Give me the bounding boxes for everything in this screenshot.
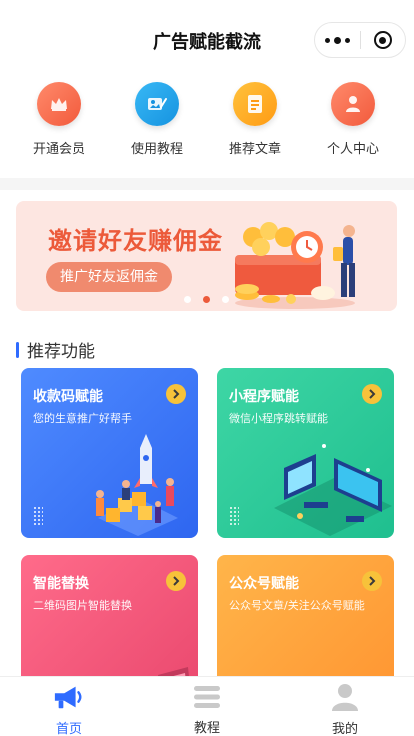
card-desc: 二维码图片智能替换 <box>33 599 132 612</box>
decorative-dots <box>229 506 239 526</box>
quick-link-profile[interactable]: 个人中心 <box>304 80 402 176</box>
megaphone-icon <box>53 683 85 711</box>
card-desc: 公众号文章/关注公众号赋能 <box>229 599 365 612</box>
close-mini-program-button[interactable] <box>360 23 405 57</box>
feature-card-mini-program[interactable]: 小程序赋能 微信小程序跳转赋能 <box>217 368 394 538</box>
quick-link-articles[interactable]: 推荐文章 <box>206 80 304 176</box>
quick-link-membership[interactable]: 开通会员 <box>10 80 108 176</box>
pagination-dot[interactable] <box>184 296 191 303</box>
dot-icon <box>344 37 350 43</box>
article-icon <box>233 82 277 126</box>
section-title: 推荐功能 <box>27 342 95 362</box>
chevron-right-icon[interactable] <box>166 571 186 591</box>
invite-banner[interactable]: 邀请好友赚佣金 推广好友返佣金 <box>16 201 397 311</box>
quick-link-label: 使用教程 <box>130 142 183 157</box>
chevron-right-icon[interactable] <box>362 384 382 404</box>
quick-links: 开通会员 使用教程 推荐文章 个人中心 <box>0 80 414 176</box>
tab-label: 我的 <box>331 722 358 736</box>
tab-label: 首页 <box>55 722 82 736</box>
section-accent-bar <box>16 341 19 358</box>
dot-icon <box>333 36 341 44</box>
chevron-right-icon[interactable] <box>166 384 186 404</box>
tab-home[interactable]: 首页 <box>0 677 138 736</box>
pagination-dot[interactable] <box>222 296 229 303</box>
card-desc: 微信小程序跳转赋能 <box>229 412 328 425</box>
tab-profile[interactable]: 我的 <box>276 677 414 736</box>
bottom-tab-bar: 首页 教程 我的 <box>0 676 414 736</box>
banner-pagination <box>16 296 397 303</box>
list-icon <box>191 683 223 710</box>
more-menu-button[interactable] <box>315 23 360 57</box>
card-desc: 您的生意推广好帮手 <box>33 412 132 425</box>
user-icon <box>331 82 375 126</box>
quick-link-label: 个人中心 <box>326 142 379 157</box>
section-divider <box>0 178 414 190</box>
quick-link-tutorial[interactable]: 使用教程 <box>108 80 206 176</box>
banner-title: 邀请好友赚佣金 <box>48 227 223 255</box>
quick-link-label: 开通会员 <box>32 142 85 157</box>
card-title: 公众号赋能 <box>229 576 299 592</box>
nav-header: 广告赋能截流 <box>0 0 414 80</box>
pagination-dot-active[interactable] <box>203 296 210 303</box>
banner-button[interactable]: 推广好友返佣金 <box>46 262 172 292</box>
target-icon <box>373 31 392 49</box>
card-title: 智能替换 <box>33 576 89 592</box>
decorative-dots <box>33 506 43 526</box>
tutorial-icon <box>135 82 179 126</box>
dot-icon <box>324 37 330 43</box>
tab-label: 教程 <box>193 721 220 736</box>
tab-tutorial[interactable]: 教程 <box>138 677 276 736</box>
card-title: 收款码赋能 <box>33 389 103 405</box>
feature-card-payment-code[interactable]: 收款码赋能 您的生意推广好帮手 <box>21 368 198 538</box>
mini-program-capsule <box>314 22 406 58</box>
page: 广告赋能截流 开通会员 使用教程 推荐文章 个人中心 邀请好友赚佣金 推广好友返… <box>0 0 414 736</box>
crown-icon <box>37 82 81 126</box>
chevron-right-icon[interactable] <box>362 571 382 591</box>
section-header: 推荐功能 <box>16 337 95 362</box>
rocket-team-illustration <box>96 434 178 536</box>
card-title: 小程序赋能 <box>229 389 299 405</box>
user-icon <box>329 683 361 711</box>
devices-network-illustration <box>274 444 392 536</box>
quick-link-label: 推荐文章 <box>228 142 281 157</box>
